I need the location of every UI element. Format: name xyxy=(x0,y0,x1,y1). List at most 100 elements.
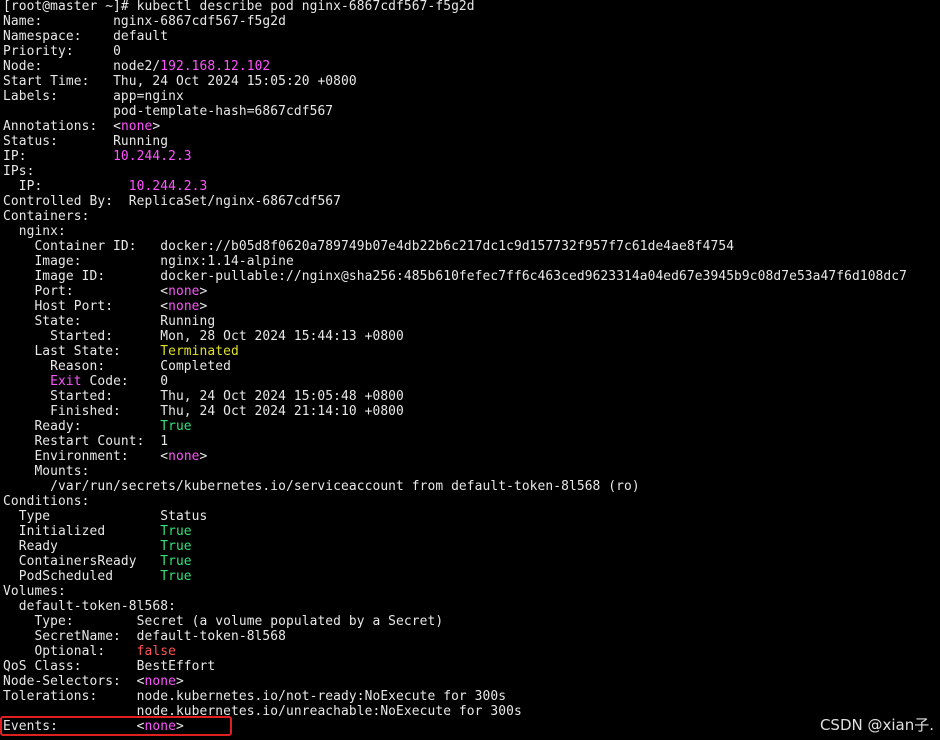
terminal-text-segment: True xyxy=(160,569,192,584)
terminal-text-segment: node2/ xyxy=(113,59,161,74)
terminal-text-segment: 10.244.2.3 xyxy=(113,149,192,164)
terminal-line: Image: nginx:1.14-alpine xyxy=(3,254,940,269)
terminal-text-segment: default-token-8l568 xyxy=(136,629,286,644)
terminal-text-segment: True xyxy=(160,539,192,554)
terminal-text-segment: < xyxy=(136,674,145,689)
terminal-text-segment: Image: xyxy=(3,254,161,269)
terminal-text-segment: pod-template-hash=6867cdf567 xyxy=(113,104,334,119)
terminal-line: Labels: app=nginx xyxy=(3,89,940,104)
terminal-text-segment: nginx: xyxy=(3,224,66,239)
terminal-text-segment: Restart Count: xyxy=(3,434,161,449)
terminal-text-segment: none xyxy=(168,299,200,314)
terminal-line: Started: Thu, 24 Oct 2024 15:05:48 +0800 xyxy=(3,389,940,404)
terminal-text-segment: Environment: xyxy=(3,449,161,464)
terminal-text-segment: Terminated xyxy=(160,344,239,359)
terminal-line: Volumes: xyxy=(3,584,940,599)
terminal-line: Type Status xyxy=(3,509,940,524)
terminal-text-segment: Completed xyxy=(160,359,231,374)
terminal-text-segment: BestEffort xyxy=(136,659,216,674)
terminal-text-segment: < xyxy=(160,449,169,464)
terminal-text-segment: < xyxy=(113,119,121,134)
terminal-line: Finished: Thu, 24 Oct 2024 21:14:10 +080… xyxy=(3,404,940,419)
terminal-text-segment: Type xyxy=(3,509,161,524)
terminal-line: Exit Code: 0 xyxy=(3,374,940,389)
terminal-line: pod-template-hash=6867cdf567 xyxy=(3,104,940,119)
terminal-line: Type: Secret (a volume populated by a Se… xyxy=(3,614,940,629)
terminal-text-segment: Mounts: xyxy=(3,464,90,479)
terminal-line: IP: 10.244.2.3 xyxy=(3,149,940,164)
terminal-text-segment: Image ID: xyxy=(3,269,161,284)
terminal-line: Controlled By: ReplicaSet/nginx-6867cdf5… xyxy=(3,194,940,209)
terminal-text-segment: Volumes: xyxy=(3,584,66,599)
terminal-output[interactable]: [root@master ~]# kubectl describe pod ng… xyxy=(3,0,940,734)
events-highlight-box xyxy=(0,716,232,736)
terminal-text-segment: none xyxy=(144,674,176,689)
terminal-text-segment: false xyxy=(136,644,176,659)
terminal-text-segment: docker://b05d8f0620a789749b07e4db22b6c21… xyxy=(160,239,735,254)
terminal-text-segment: none xyxy=(168,284,200,299)
terminal-text-segment: Controlled By: xyxy=(3,194,129,209)
terminal-text-segment: ContainersReady xyxy=(3,554,161,569)
terminal-text-segment: Namespace: xyxy=(3,29,114,44)
terminal-line: Namespace: default xyxy=(3,29,940,44)
terminal-line: QoS Class: BestEffort xyxy=(3,659,940,674)
terminal-text-segment: nginx-6867cdf567-f5g2d xyxy=(113,14,287,29)
terminal-text-segment: 0 xyxy=(113,44,121,59)
terminal-text-segment: Thu, 24 Oct 2024 21:14:10 +0800 xyxy=(160,404,404,419)
terminal-text-segment: 1 xyxy=(160,434,169,449)
terminal-text-segment: Status: xyxy=(3,134,114,149)
terminal-text-segment: Exit xyxy=(50,374,82,389)
terminal-text-segment: none xyxy=(120,119,153,134)
terminal-text-segment: PodScheduled xyxy=(3,569,161,584)
terminal-text-segment: 192.168.12.102 xyxy=(160,59,271,74)
terminal-line: IPs: xyxy=(3,164,940,179)
terminal-text-segment: IP: xyxy=(3,179,129,194)
terminal-line: Container ID: docker://b05d8f0620a789749… xyxy=(3,239,940,254)
terminal-text-segment: node.kubernetes.io/not-ready:NoExecute f… xyxy=(136,689,507,704)
terminal-text-segment: 0 xyxy=(160,374,169,389)
terminal-text-segment: Containers: xyxy=(3,209,90,224)
terminal-text-segment: State: xyxy=(3,314,161,329)
terminal-line: Priority: 0 xyxy=(3,44,940,59)
terminal-line: Started: Mon, 28 Oct 2024 15:44:13 +0800 xyxy=(3,329,940,344)
terminal-line: Restart Count: 1 xyxy=(3,434,940,449)
terminal-text-segment: Name: xyxy=(3,14,114,29)
terminal-line: Node: node2/192.168.12.102 xyxy=(3,59,940,74)
terminal-text-segment: Ready xyxy=(3,539,161,554)
terminal-text-segment: Annotations: xyxy=(3,119,114,134)
terminal-text-segment: Conditions: xyxy=(3,494,90,509)
terminal-text-segment: ReplicaSet/nginx-6867cdf567 xyxy=(128,194,342,209)
terminal-line: Node-Selectors: <none> xyxy=(3,674,940,689)
terminal-text-segment: Mon, 28 Oct 2024 15:44:13 +0800 xyxy=(160,329,404,344)
terminal-line: [root@master ~]# kubectl describe pod ng… xyxy=(3,0,940,14)
terminal-text-segment: Running xyxy=(113,134,169,149)
terminal-text-segment: Host Port: xyxy=(3,299,161,314)
terminal-line: Image ID: docker-pullable://nginx@sha256… xyxy=(3,269,940,284)
terminal-line: Tolerations: node.kubernetes.io/not-read… xyxy=(3,689,940,704)
terminal-text-segment: > xyxy=(175,674,184,689)
terminal-line: /var/run/secrets/kubernetes.io/serviceac… xyxy=(3,479,940,494)
terminal-text-segment: Last State: xyxy=(3,344,161,359)
terminal-text-segment: Labels: xyxy=(3,89,114,104)
terminal-text-segment: default xyxy=(113,29,169,44)
terminal-text-segment: > xyxy=(199,449,208,464)
terminal-text-segment: IP: xyxy=(3,149,114,164)
terminal-text-segment: none xyxy=(168,449,200,464)
terminal-text-segment: Code: xyxy=(81,374,161,389)
terminal-text-segment: Container ID: xyxy=(3,239,161,254)
terminal-line: Initialized True xyxy=(3,524,940,539)
terminal-text-segment: app=nginx xyxy=(113,89,184,104)
terminal-line: Annotations: <none> xyxy=(3,119,940,134)
terminal-line: Containers: xyxy=(3,209,940,224)
terminal-text-segment: Tolerations: xyxy=(3,689,137,704)
terminal-text-segment: [root@master ~]# kubectl describe pod ng… xyxy=(3,0,475,14)
terminal-text-segment: IPs: xyxy=(3,164,35,179)
terminal-line: Host Port: <none> xyxy=(3,299,940,314)
terminal-line: Reason: Completed xyxy=(3,359,940,374)
terminal-line: SecretName: default-token-8l568 xyxy=(3,629,940,644)
terminal-text-segment: Running xyxy=(160,314,216,329)
terminal-text-segment: nginx:1.14-alpine xyxy=(160,254,294,269)
terminal-text-segment: Started: xyxy=(3,389,161,404)
